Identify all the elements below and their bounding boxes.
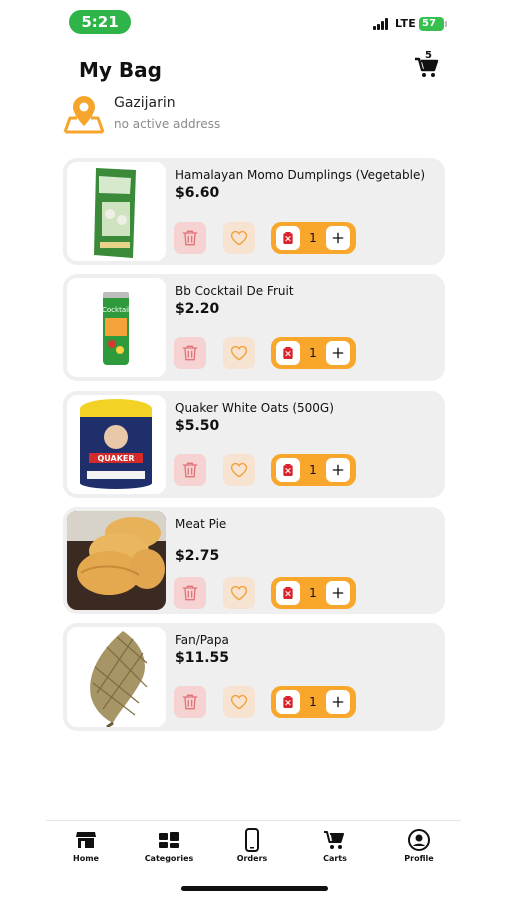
oats-tin-image: QUAKER (67, 395, 166, 494)
heart-icon (229, 692, 249, 712)
momo-package-image (67, 162, 166, 261)
nav-home-label: Home (73, 854, 99, 863)
remove-one-button[interactable] (276, 581, 300, 605)
trash-icon (180, 583, 200, 603)
quantity-stepper: 1 (271, 577, 356, 609)
svg-text:QUAKER: QUAKER (97, 454, 134, 463)
nav-categories[interactable]: Categories (134, 828, 204, 863)
battery-icon: 57 (419, 17, 447, 31)
product-name: Bb Cocktail De Fruit (175, 284, 294, 298)
quantity-stepper: 1 (271, 337, 356, 369)
quantity-value: 1 (309, 463, 317, 477)
trash-icon (280, 694, 296, 710)
location-pin-icon[interactable] (62, 92, 106, 134)
trash-icon (180, 692, 200, 712)
nav-categories-label: Categories (144, 854, 194, 863)
plus-icon (330, 585, 346, 601)
delete-button[interactable] (174, 222, 206, 254)
remove-one-button[interactable] (276, 226, 300, 250)
favorite-button[interactable] (223, 222, 255, 254)
product-price: $6.60 (175, 185, 220, 201)
quantity-stepper: 1 (271, 222, 356, 254)
delete-button[interactable] (174, 337, 206, 369)
trash-icon (280, 462, 296, 478)
quantity-stepper: 1 (271, 454, 356, 486)
product-price: $2.20 (175, 301, 220, 317)
status-bar: 5:21 LTE 57 (0, 0, 507, 44)
nav-home[interactable]: Home (51, 828, 121, 863)
favorite-button[interactable] (223, 337, 255, 369)
status-time: 5:21 (69, 10, 131, 34)
nav-carts[interactable]: Carts (300, 828, 370, 863)
add-one-button[interactable] (326, 341, 350, 365)
trash-icon (180, 228, 200, 248)
nav-divider (46, 820, 461, 821)
product-name: Fan/Papa (175, 633, 229, 647)
page-title: My Bag (79, 58, 162, 82)
nav-carts-label: Carts (323, 854, 347, 863)
quantity-value: 1 (309, 346, 317, 360)
add-one-button[interactable] (326, 458, 350, 482)
product-price: $2.75 (175, 548, 220, 564)
cart-item: Meat Pie $2.75 1 (63, 507, 445, 614)
heart-icon (229, 228, 249, 248)
add-one-button[interactable] (326, 690, 350, 714)
plus-icon (330, 230, 346, 246)
plus-icon (330, 462, 346, 478)
home-indicator[interactable] (181, 886, 328, 891)
categories-icon (159, 832, 179, 848)
product-name: Quaker White Oats (500G) (175, 401, 334, 415)
remove-one-button[interactable] (276, 690, 300, 714)
trash-icon (180, 343, 200, 363)
quantity-value: 1 (309, 586, 317, 600)
remove-one-button[interactable] (276, 458, 300, 482)
drink-can-image: Cocktail (67, 278, 166, 377)
add-one-button[interactable] (326, 226, 350, 250)
product-name: Meat Pie (175, 517, 227, 531)
cart-item: QUAKER Quaker White Oats (500G) $5.50 1 (63, 391, 445, 498)
trash-icon (280, 345, 296, 361)
trash-icon (180, 460, 200, 480)
favorite-button[interactable] (223, 577, 255, 609)
profile-icon (408, 829, 430, 851)
meat-pie-image (67, 511, 166, 610)
favorite-button[interactable] (223, 454, 255, 486)
cart-icon (324, 831, 344, 849)
nav-orders[interactable]: Orders (217, 828, 287, 863)
store-icon (76, 832, 96, 848)
product-name: Hamalayan Momo Dumplings (Vegetable) (175, 168, 426, 182)
nav-orders-label: Orders (236, 854, 268, 863)
cart-item: Fan/Papa $11.55 1 (63, 623, 445, 731)
favorite-button[interactable] (223, 686, 255, 718)
plus-icon (330, 694, 346, 710)
nav-profile[interactable]: Profile (384, 828, 454, 863)
hand-fan-image (67, 627, 166, 727)
cart-icon[interactable] (412, 52, 442, 82)
nav-profile-label: Profile (404, 854, 434, 863)
quantity-value: 1 (309, 231, 317, 245)
heart-icon (229, 460, 249, 480)
signal-icon (373, 18, 391, 30)
address-name[interactable]: Gazijarin (114, 95, 176, 111)
cart-item: Cocktail Bb Cocktail De Fruit $2.20 1 (63, 274, 445, 381)
heart-icon (229, 343, 249, 363)
cart-item: Hamalayan Momo Dumplings (Vegetable) $6.… (63, 158, 445, 265)
address-status: no active address (114, 117, 221, 131)
delete-button[interactable] (174, 577, 206, 609)
plus-icon (330, 345, 346, 361)
trash-icon (280, 230, 296, 246)
svg-text:Cocktail: Cocktail (102, 306, 130, 314)
product-price: $11.55 (175, 650, 230, 666)
quantity-stepper: 1 (271, 686, 356, 718)
trash-icon (280, 585, 296, 601)
delete-button[interactable] (174, 454, 206, 486)
remove-one-button[interactable] (276, 341, 300, 365)
delete-button[interactable] (174, 686, 206, 718)
add-one-button[interactable] (326, 581, 350, 605)
network-label: LTE (395, 17, 417, 30)
phone-icon (245, 828, 259, 852)
quantity-value: 1 (309, 695, 317, 709)
heart-icon (229, 583, 249, 603)
product-price: $5.50 (175, 418, 220, 434)
